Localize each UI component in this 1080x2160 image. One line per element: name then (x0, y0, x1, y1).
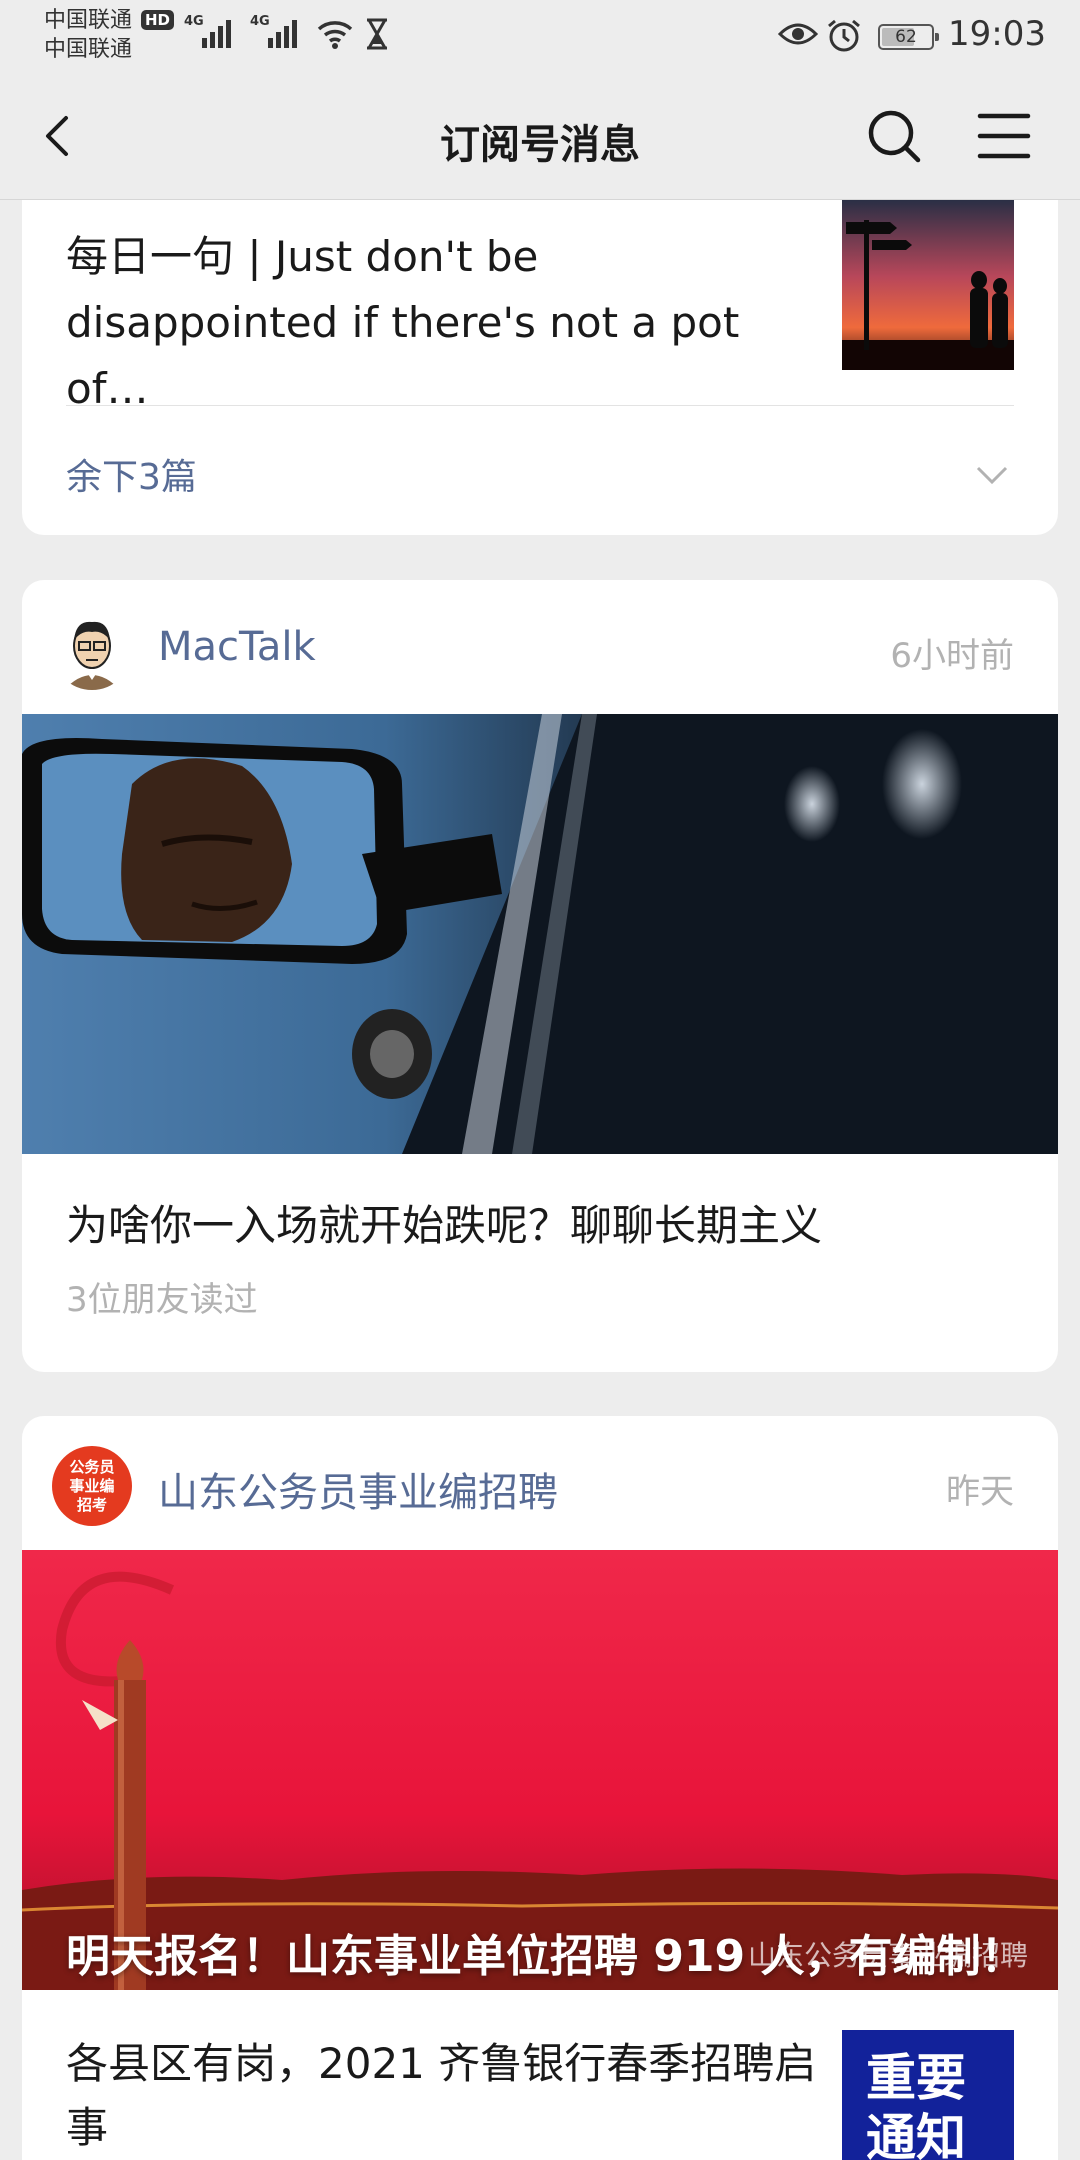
article-title[interactable]: 每日一句 | Just don't be disappointed if the… (66, 224, 806, 422)
battery-level: 62 (895, 27, 917, 47)
article-title[interactable]: 各县区有岗，2021 齐鲁银行春季招聘启事 (66, 2032, 826, 2160)
friends-read-count: 3位朋友读过 (66, 1280, 258, 1320)
post-time: 昨天 (946, 1472, 1014, 1512)
carrier-labels: 中国联通 中国联通 (44, 6, 132, 64)
account-header[interactable]: 公务员事业编招考 山东公务员事业编招聘 昨天 (22, 1416, 1058, 1550)
article-cover-image[interactable] (22, 714, 1058, 1154)
article-title[interactable]: 为啥你一入场就开始跌呢？聊聊长期主义 (66, 1192, 822, 1253)
network-type-2: 4G (250, 14, 270, 29)
watermark: 山东公务员事业编招聘 (747, 1939, 1028, 1972)
status-bar: 中国联通 中国联通 HD 4G 4G 62 19:03 (0, 0, 1080, 72)
post-time: 6小时前 (890, 636, 1014, 676)
message-card: 公务员事业编招考 山东公务员事业编招聘 昨天 明天报名！山东事业单位招聘 919… (22, 1416, 1058, 2160)
message-card: MacTalk 6小时前 为啥你一入场就开始跌呢？聊聊长期主义 3位朋友读过 (22, 580, 1058, 1372)
article-thumbnail[interactable] (842, 200, 1014, 370)
carrier-1: 中国联通 (44, 8, 133, 33)
account-header[interactable]: MacTalk 6小时前 (22, 580, 1058, 714)
carrier-2: 中国联通 (44, 37, 133, 62)
clock: 19:03 (948, 14, 1046, 54)
battery-indicator: 62 (878, 24, 939, 50)
divider (66, 405, 1014, 406)
article-thumbnail[interactable]: 重要通知 (842, 2030, 1014, 2160)
account-name[interactable]: 山东公务员事业编招聘 (158, 1460, 558, 1518)
nav-bar: 订阅号消息 (0, 72, 1080, 200)
menu-icon[interactable] (974, 106, 1034, 166)
search-icon[interactable] (864, 106, 924, 166)
article-cover-image[interactable]: 明天报名！山东事业单位招聘 919 人，有编制！ 山东公务员事业编招聘 (22, 1550, 1058, 1990)
account-name[interactable]: MacTalk (158, 624, 316, 670)
hd-badge: HD (141, 10, 175, 30)
network-type-1: 4G (184, 14, 204, 29)
chevron-down-icon[interactable] (972, 460, 1012, 490)
eye-icon (778, 23, 818, 45)
message-list[interactable]: 每日一句 | Just don't be disappointed if the… (0, 200, 1080, 2160)
alarm-icon (828, 19, 860, 52)
message-card: 每日一句 | Just don't be disappointed if the… (22, 200, 1058, 535)
avatar-text: 公务员事业编招考 (69, 1458, 115, 1514)
avatar[interactable]: 公务员事业编招考 (52, 1446, 132, 1526)
avatar[interactable] (52, 610, 132, 690)
more-articles-link[interactable]: 余下3篇 (66, 448, 197, 500)
wifi-icon (317, 21, 353, 49)
hourglass-icon (367, 18, 387, 50)
